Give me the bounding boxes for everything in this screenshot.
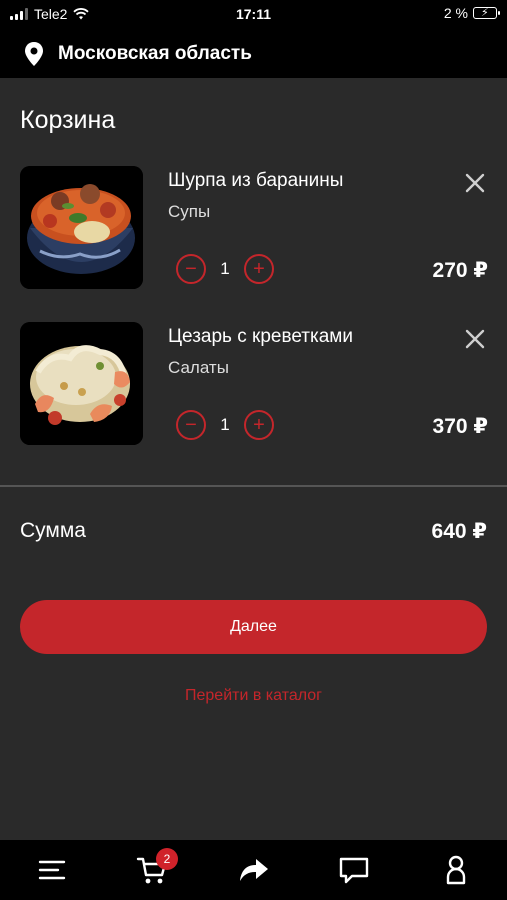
tab-profile[interactable]	[436, 852, 476, 888]
menu-icon	[38, 860, 66, 880]
item-category: Супы	[168, 202, 211, 221]
item-name: Шурпа из баранины	[168, 170, 344, 191]
item-name: Цезарь с креветками	[168, 326, 353, 347]
tab-menu[interactable]	[32, 852, 72, 888]
divider	[0, 485, 507, 487]
share-arrow-icon	[240, 859, 268, 881]
item-price: 370 ₽	[432, 415, 488, 438]
caesar-salad-image[interactable]	[20, 322, 143, 445]
go-to-catalog-link[interactable]: Перейти в каталог	[0, 687, 507, 705]
location-label: Московская область	[58, 43, 252, 64]
tab-chat[interactable]	[334, 852, 374, 888]
cart-screen: Корзина Шурпа из баранины Супы − 1 + 270…	[0, 78, 507, 840]
chat-icon	[339, 857, 369, 884]
increase-button[interactable]: +	[244, 410, 274, 440]
location-bar[interactable]: Московская область	[0, 30, 507, 78]
page-title: Корзина	[20, 106, 116, 134]
status-bar: Tele2 17:11 2 % ⚡	[0, 0, 507, 30]
tab-share[interactable]	[234, 852, 274, 888]
cart-item: Цезарь с креветками Салаты − 1 + 370 ₽	[20, 322, 490, 446]
tab-cart[interactable]: 2	[132, 848, 178, 888]
quantity-value: 1	[220, 259, 230, 278]
decrease-button[interactable]: −	[176, 410, 206, 440]
cart-count-badge: 2	[156, 848, 178, 870]
item-price: 270 ₽	[432, 259, 488, 282]
cart-item: Шурпа из баранины Супы − 1 + 270 ₽	[20, 166, 490, 290]
close-icon[interactable]	[464, 172, 486, 194]
sum-value: 640 ₽	[431, 520, 487, 543]
item-category: Салаты	[168, 358, 229, 377]
tab-bar: 2	[0, 840, 507, 900]
profile-icon	[446, 855, 466, 885]
sum-label: Сумма	[20, 519, 86, 542]
shurpa-soup-image[interactable]	[20, 166, 143, 289]
battery-percent: 2 %	[443, 5, 468, 21]
battery-icon: ⚡	[473, 7, 500, 19]
close-icon[interactable]	[464, 328, 486, 350]
clock: 17:11	[235, 6, 272, 22]
decrease-button[interactable]: −	[176, 254, 206, 284]
quantity-value: 1	[220, 415, 230, 434]
quantity-stepper: − 1 +	[176, 410, 274, 440]
increase-button[interactable]: +	[244, 254, 274, 284]
location-pin-icon	[25, 42, 43, 66]
next-button[interactable]: Далее	[20, 600, 487, 654]
battery-info: 2 % ⚡	[443, 5, 500, 21]
quantity-stepper: − 1 +	[176, 254, 274, 284]
